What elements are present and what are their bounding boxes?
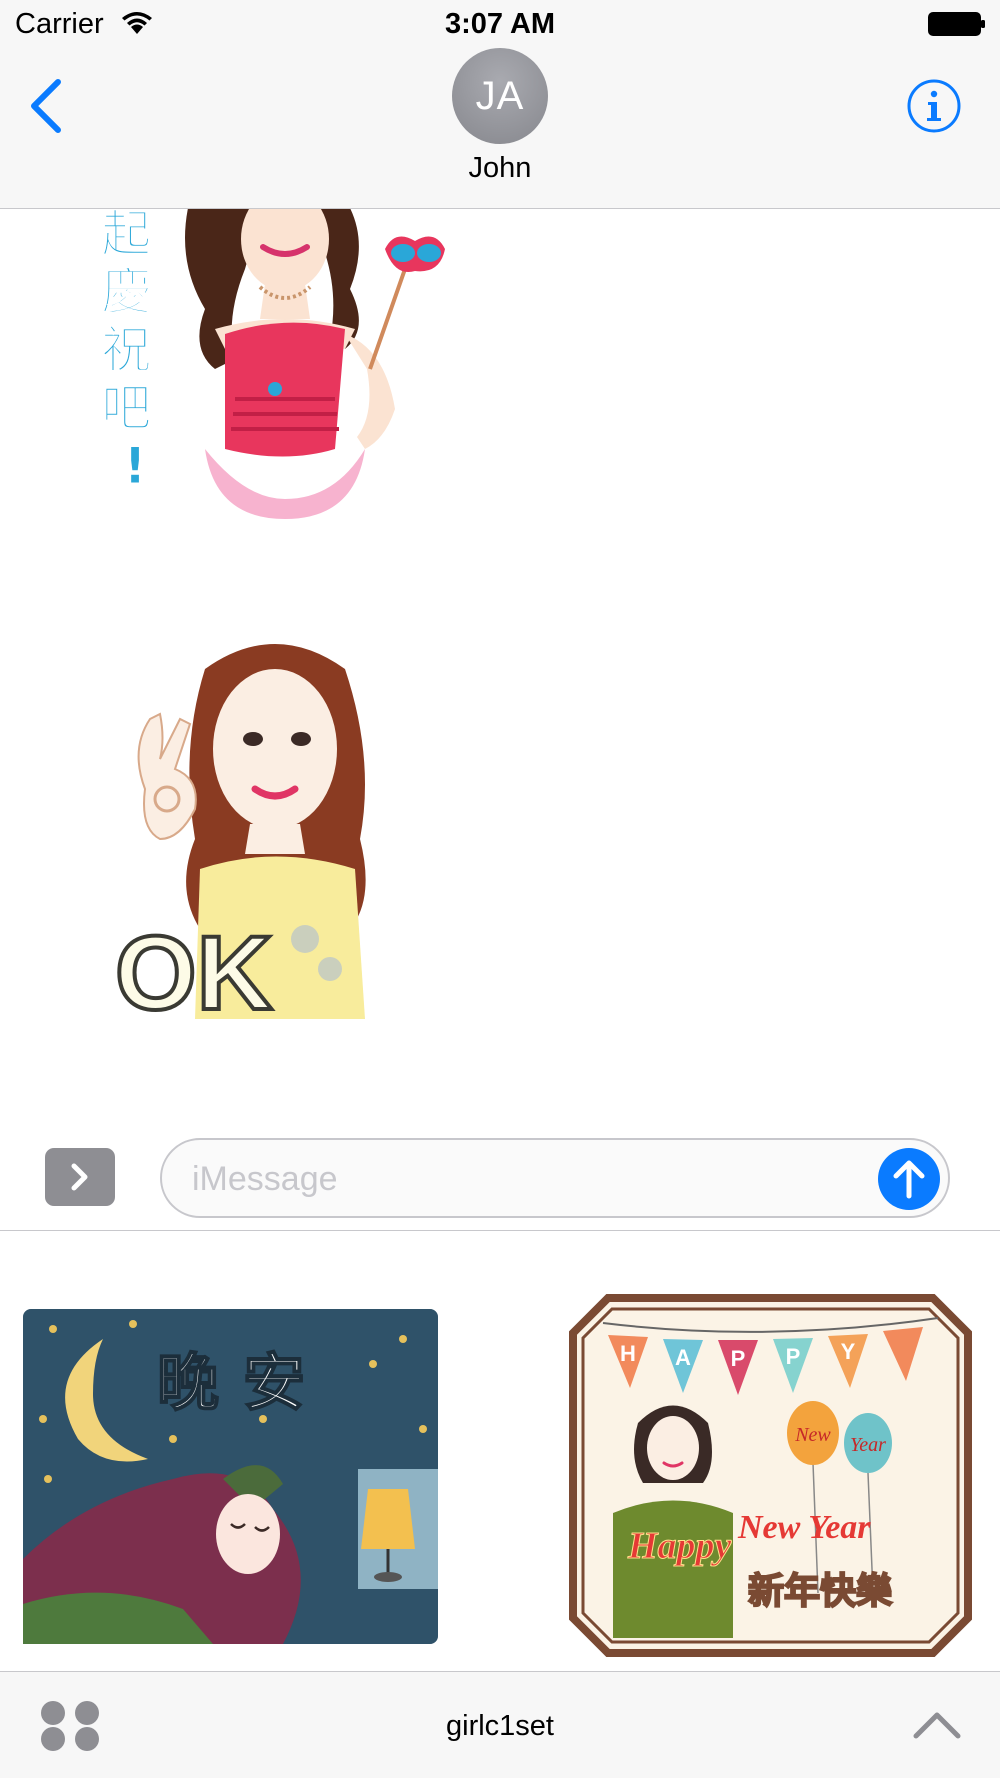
- message-placeholder: iMessage: [192, 1160, 338, 1198]
- send-button[interactable]: [878, 1148, 940, 1210]
- banner-letter-2: A: [675, 1345, 691, 1370]
- balloon-year-label: Year: [850, 1434, 886, 1456]
- message-composer: iMessage: [0, 1134, 1000, 1231]
- good-night-sticker[interactable]: 晚安: [23, 1309, 438, 1644]
- message-input[interactable]: iMessage: [160, 1138, 950, 1218]
- chevron-up-icon[interactable]: [912, 1708, 962, 1742]
- message-transcript: 起 慶 祝 吧 ! OK: [0, 209, 1000, 1134]
- greeting-new-year: New Year: [737, 1509, 871, 1546]
- battery-icon: [928, 12, 985, 36]
- balloon-new-label: New: [794, 1424, 831, 1446]
- info-circle-icon[interactable]: [906, 78, 962, 134]
- chevron-left-icon[interactable]: [26, 78, 66, 134]
- sticker-drawer: 晚安 H A P P Y New Year Happy New Year 新年快…: [0, 1231, 1000, 1671]
- banner-letter-1: H: [620, 1341, 636, 1366]
- arrow-up-icon: [893, 1160, 925, 1199]
- greeting-happy: Happy: [627, 1525, 732, 1567]
- avatar[interactable]: JA: [452, 48, 548, 144]
- banner-letter-3: P: [731, 1346, 746, 1371]
- happy-new-year-sticker[interactable]: H A P P Y New Year Happy New Year 新年快樂: [568, 1293, 973, 1658]
- status-bar: Carrier 3:07 AM: [0, 0, 1000, 48]
- celebrate-caption: 起 慶 祝 吧 !: [101, 209, 168, 495]
- messages-screen: Carrier 3:07 AM JA John 起 慶 祝 吧 ! OK iMe…: [0, 0, 1000, 1778]
- good-night-caption: 晚安: [157, 1346, 329, 1419]
- banner-letter-4: P: [786, 1344, 801, 1369]
- ok-sticker[interactable]: OK: [105, 639, 435, 1039]
- active-app-name: girlc1set: [446, 1710, 554, 1742]
- clock: 3:07 AM: [444, 8, 556, 40]
- app-drawer-bar: girlc1set: [0, 1671, 1000, 1778]
- greeting-chinese: 新年快樂: [748, 1571, 893, 1612]
- ok-caption: OK: [115, 915, 273, 1032]
- conversation-header: JA John: [0, 48, 1000, 209]
- celebrate-sticker[interactable]: 起 慶 祝 吧 !: [95, 209, 515, 569]
- contact-name[interactable]: John: [0, 152, 1000, 185]
- expand-apps-button[interactable]: [45, 1148, 115, 1206]
- banner-letter-5: Y: [841, 1339, 856, 1364]
- chevron-right-icon: [71, 1163, 88, 1191]
